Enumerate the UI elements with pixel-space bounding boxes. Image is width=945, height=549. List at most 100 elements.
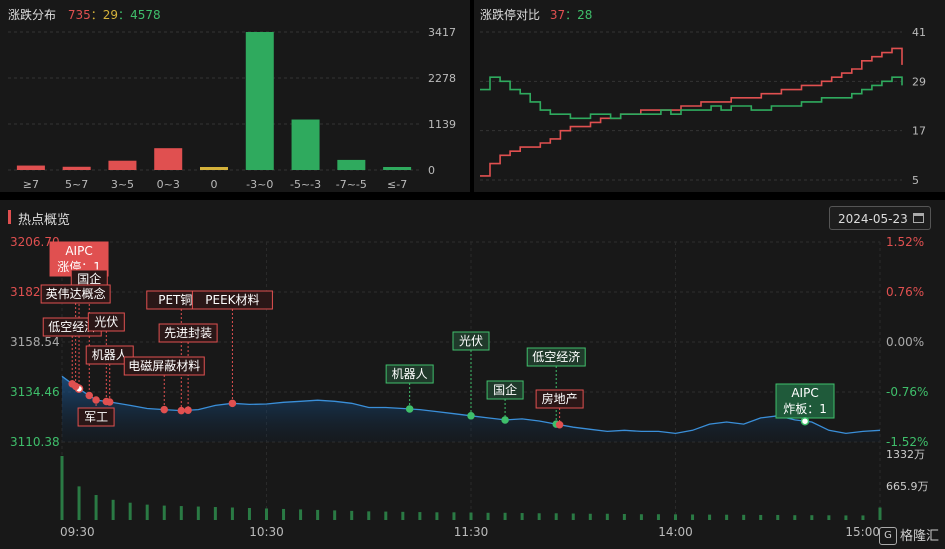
annotation-label: AIPC	[65, 244, 92, 258]
bar-≤-7	[383, 167, 412, 170]
annotation-label: 国企	[493, 382, 517, 397]
annotation-dot	[228, 399, 237, 408]
limit-ratio-chart: 41 29 17 5	[480, 26, 926, 187]
volume-bar	[367, 511, 371, 520]
volume-bar	[725, 514, 729, 520]
volume-bar	[196, 506, 200, 520]
annotation-dot	[177, 406, 186, 415]
series-line-涨停	[480, 47, 903, 177]
x-tick-label: 3~5	[111, 178, 134, 191]
volume-bar	[674, 514, 677, 520]
volume-bar	[247, 507, 251, 520]
volume-bar	[878, 507, 882, 520]
distribution-panel: 涨跌分布 735：29：4578 3417 2278 1139 0 ≥7 5~7 3~5 0~…	[0, 0, 470, 192]
volume-bar	[520, 513, 524, 520]
annotation-dot	[501, 416, 509, 424]
annotation-label: 光伏	[459, 334, 483, 348]
annotation-dot	[184, 406, 192, 414]
series-line-跌停	[480, 76, 903, 120]
annotation-label: 房地产	[542, 391, 578, 406]
y-right-tick: -1.52%	[886, 435, 928, 449]
volume-bar	[128, 502, 132, 520]
annotation-label: 先进封装	[164, 326, 212, 340]
annotation-label: 电磁屏蔽材料	[128, 358, 200, 373]
volume-bar	[691, 514, 695, 520]
y-tick-label: 29	[912, 75, 926, 88]
annotation-dot	[555, 420, 564, 429]
volume-bar	[861, 515, 865, 520]
y-tick-label: 2278	[428, 72, 456, 85]
volume-bar	[486, 512, 490, 520]
annotation-dot	[800, 416, 810, 426]
annotation-label: 英伟达概念	[46, 286, 106, 301]
volume-bar	[793, 515, 797, 520]
volume-bar	[844, 515, 848, 520]
bar-0~3	[154, 148, 183, 170]
bar-5~7	[62, 166, 91, 170]
y-left-tick: 3134.46	[10, 385, 60, 399]
volume-bar	[452, 512, 456, 520]
distribution-chart: 3417 2278 1139 0 ≥7 5~7 3~5 0~3 0 -3~0 -5~-3 -7~-5 ≤…	[8, 26, 456, 191]
limit-ratio-panel: 涨跌停对比 37：28 41 29 17 5	[474, 0, 945, 192]
y-tick-label: 41	[912, 26, 926, 39]
y-tick-label: 17	[912, 125, 926, 138]
x-tick-label: -7~-5	[336, 178, 367, 191]
annotation-dot	[467, 412, 475, 420]
volume-bar	[656, 514, 660, 520]
y-right-tick: -0.76%	[886, 385, 928, 399]
y-tick-label: 1139	[428, 118, 456, 131]
bar--5~-3	[291, 119, 320, 170]
volume-bar	[503, 512, 507, 520]
x-tick-label: -3~0	[246, 178, 273, 191]
volume-bar	[162, 505, 166, 520]
volume-mid-label: 665.9万	[886, 480, 929, 493]
volume-bar	[537, 513, 541, 520]
volume-bar	[316, 509, 320, 520]
x-tick-label: ≤-7	[387, 178, 407, 191]
y-left-tick: 3110.38	[10, 435, 60, 449]
volume-bar	[384, 511, 388, 520]
y-right-tick: 0.76%	[886, 285, 924, 299]
volume-bar	[554, 513, 558, 520]
volume-bar	[759, 514, 763, 520]
hot-overview-chart: 3206.70 1.52%3182.62 0.76%3158.54 0.00%3134…	[10, 235, 929, 539]
volume-bar	[827, 515, 831, 520]
x-tick-label: 15:00	[845, 525, 880, 539]
volume-bar	[179, 506, 183, 520]
hot-overview-panel: 热点概览 2024-05-23 3206.70 1.52% 3182.62 0.76%…	[0, 200, 945, 549]
x-tick-label: 0	[211, 178, 218, 191]
y-tick-label: 3417	[428, 26, 456, 39]
volume-bar	[810, 515, 814, 520]
volume-bar	[622, 513, 626, 520]
annotation-detail: 炸板：1	[783, 402, 827, 416]
annotation-label: 机器人	[92, 348, 128, 362]
x-tick-label: 14:00	[658, 525, 693, 539]
volume-bar	[571, 513, 575, 520]
volume-bar	[333, 510, 337, 520]
x-tick-label: 09:30	[60, 525, 95, 539]
bar--7~-5	[337, 159, 366, 170]
annotation-dot	[160, 405, 168, 414]
bar-≥7	[16, 165, 45, 170]
y-right-tick: 0.00%	[886, 335, 924, 349]
y-tick-label: 0	[428, 164, 435, 177]
bar-3~5	[108, 160, 137, 170]
x-tick-label: 5~7	[65, 178, 88, 191]
volume-max-label: 1332万	[886, 448, 925, 461]
y-left-tick: 3158.54	[10, 335, 60, 349]
volume-bar	[230, 507, 234, 520]
volume-bar	[605, 513, 609, 520]
volume-bar	[435, 512, 439, 520]
annotation-dot	[405, 405, 414, 413]
annotation-label: 光伏	[94, 315, 118, 329]
volume-bar	[145, 504, 149, 520]
volume-bar	[742, 514, 746, 520]
volume-bar	[77, 486, 81, 520]
volume-bar	[708, 514, 712, 520]
volume-bar	[265, 508, 268, 520]
volume-bar	[469, 512, 473, 520]
y-tick-label: 5	[912, 174, 919, 187]
volume-bar	[418, 512, 422, 520]
volume-bar	[94, 495, 98, 520]
volume-bar	[60, 456, 64, 520]
